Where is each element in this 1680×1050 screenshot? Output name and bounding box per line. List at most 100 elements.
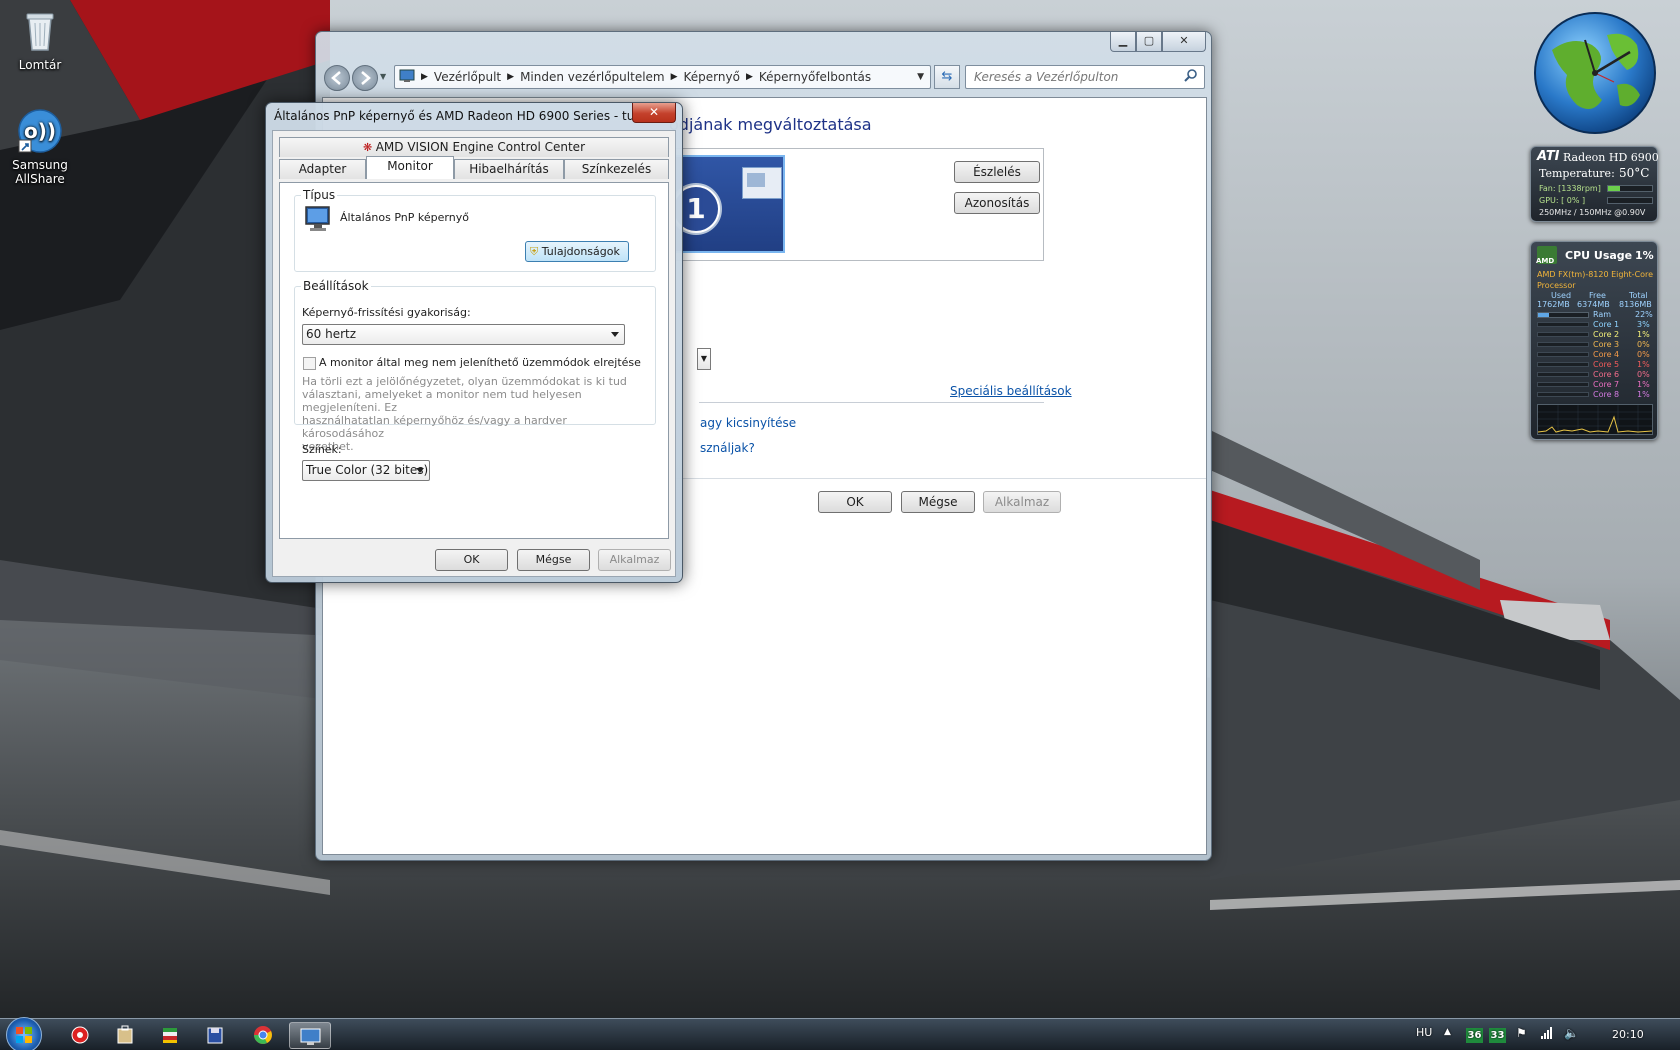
dialog-ok-button[interactable]: OK (435, 549, 508, 571)
zoom-text-link[interactable]: agy kicsinyítése (700, 416, 796, 430)
address-bar[interactable]: ▶ Vezérlőpult ▶ Minden vezérlőpultelem ▶… (394, 65, 931, 89)
monitor-properties-dialog: Általános PnP képernyő és AMD Radeon HD … (265, 102, 683, 583)
taskbar-control-panel[interactable] (289, 1022, 331, 1049)
globe-clock-icon (1534, 12, 1656, 134)
core-name: Core 6 (1593, 370, 1620, 379)
mem-header-free: Free (1589, 291, 1606, 300)
system-clock[interactable]: 20:10 (1612, 1028, 1644, 1041)
colors-select[interactable]: True Color (32 bites) (302, 460, 430, 481)
monitor-name: Általános PnP képernyő (340, 211, 469, 224)
taskbar-app-3[interactable] (150, 1022, 190, 1049)
core-bar (1537, 332, 1589, 337)
gpu-name: Radeon HD 6900 (1563, 151, 1659, 164)
amd-vision-icon: ❋ (363, 141, 376, 154)
core-row: Core 3 0% (1531, 340, 1659, 350)
show-hidden-icons-icon[interactable]: ▲ (1444, 1027, 1451, 1037)
tray-temp-2[interactable]: 33 (1489, 1028, 1506, 1043)
gpu-load-bar (1607, 197, 1653, 204)
network-icon[interactable] (1540, 1026, 1554, 1043)
ok-button[interactable]: OK (818, 491, 892, 513)
breadcrumb-item[interactable]: Képernyőfelbontás (753, 70, 877, 84)
tab-adapter[interactable]: Adapter (279, 159, 366, 179)
tab-monitor[interactable]: Monitor (366, 156, 454, 179)
taskbar-app-4[interactable] (195, 1022, 235, 1049)
desktop-icon-recycle-bin[interactable]: Lomtár (0, 8, 80, 72)
minimize-button[interactable]: ▁ (1110, 32, 1136, 52)
breadcrumb-item[interactable]: Vezérlőpult (428, 70, 507, 84)
gpu-clocks: 250MHz / 150MHz @0.90V (1539, 208, 1646, 217)
breadcrumb-item[interactable]: Képernyő (678, 70, 746, 84)
windows-logo-icon (16, 1027, 32, 1043)
core-bar (1537, 392, 1589, 397)
tab-troubleshoot[interactable]: Hibaelhárítás (454, 159, 564, 179)
back-button[interactable] (324, 65, 350, 91)
dialog-close-button[interactable]: ✕ (632, 103, 676, 123)
taskbar-app-1[interactable] (60, 1022, 100, 1049)
gpu-load: GPU: [ 0% ] (1539, 196, 1586, 205)
media-player-icon (71, 1026, 89, 1044)
maximize-button[interactable]: ▢ (1136, 32, 1162, 52)
core-row: Core 8 1% (1531, 390, 1659, 400)
mem-header-total: Total (1629, 291, 1648, 300)
desktop-icon-samsung-allshare[interactable]: o)) Samsung AllShare (0, 108, 80, 186)
apply-button[interactable]: Alkalmaz (983, 491, 1061, 513)
forward-button[interactable] (352, 65, 378, 91)
history-dropdown-icon[interactable]: ▼ (380, 72, 386, 81)
detect-button[interactable]: Észlelés (954, 161, 1040, 183)
flag-app-icon (163, 1028, 177, 1043)
warning-text: Ha törli ezt a jelölőnégyzetet, olyan üz… (302, 375, 627, 453)
taskbar-chrome[interactable] (243, 1022, 283, 1049)
svg-text:o)): o)) (24, 119, 56, 143)
dialog-apply-button[interactable]: Alkalmaz (598, 549, 671, 571)
language-indicator[interactable]: HU (1416, 1026, 1432, 1039)
taskbar-app-2[interactable] (105, 1022, 145, 1049)
volume-icon[interactable]: 🔈 (1564, 1026, 1579, 1040)
core-row: Core 5 1% (1531, 360, 1659, 370)
cpu-usage-gadget[interactable]: AMD CPU Usage 1% AMD FX(tm)-8120 Eight-C… (1530, 241, 1658, 440)
search-input[interactable]: Keresés a Vezérlőpulton (965, 65, 1205, 89)
core-value: 3% (1637, 320, 1650, 329)
address-dropdown-icon[interactable]: ▼ (917, 72, 930, 82)
close-button[interactable]: ✕ (1162, 32, 1206, 52)
recycle-bin-icon (17, 8, 63, 54)
properties-button[interactable]: ⛨ Tulajdonságok (525, 241, 629, 262)
allshare-icon: o)) (17, 108, 63, 154)
control-panel-icon (300, 1028, 321, 1045)
advanced-settings-link[interactable]: Speciális beállítások (950, 384, 1072, 398)
arrow-left-icon (331, 71, 341, 85)
hide-modes-checkbox[interactable] (303, 357, 316, 370)
cancel-button[interactable]: Mégse (901, 491, 975, 513)
start-button[interactable] (6, 1017, 42, 1050)
tab-amd-vision[interactable]: ❋ AMD VISION Engine Control Center (279, 137, 669, 157)
temperature-value: 50°C (1619, 166, 1650, 180)
action-center-flag-icon[interactable]: ⚑ (1516, 1026, 1527, 1040)
divider (699, 402, 1044, 403)
refresh-rate-label: Képernyő-frissítési gyakoriság: (302, 306, 471, 319)
breadcrumb-item[interactable]: Minden vezérlőpultelem (514, 70, 671, 84)
group-legend: Beállítások (301, 279, 371, 293)
refresh-button[interactable]: ⇆ (934, 65, 960, 89)
arrow-right-icon (361, 71, 371, 85)
dialog-cancel-button[interactable]: Mégse (517, 549, 590, 571)
dialog-body: ❋ AMD VISION Engine Control Center Adapt… (272, 130, 676, 577)
core-name: Core 7 (1593, 380, 1620, 389)
page-title: ódjának megváltoztatása (669, 115, 872, 134)
core-value: 1% (1637, 360, 1650, 369)
core-value: 0% (1637, 350, 1650, 359)
refresh-rate-select[interactable]: 60 hertz (302, 324, 625, 345)
mem-used: 1762MB (1537, 300, 1570, 309)
orientation-dropdown-arrow[interactable]: ▼ (697, 348, 711, 370)
desktop-icon-label: Samsung AllShare (12, 158, 68, 186)
tab-color-management[interactable]: Színkezelés (564, 159, 669, 179)
bag-icon (117, 1025, 133, 1044)
tray-temp-1[interactable]: 36 (1466, 1028, 1483, 1043)
help-link[interactable]: sználjak? (700, 441, 755, 455)
chevron-down-icon (611, 332, 619, 337)
identify-button[interactable]: Azonosítás (954, 192, 1040, 214)
fan-bar (1607, 185, 1653, 192)
core-row: Core 4 0% (1531, 350, 1659, 360)
core-value: 1% (1637, 390, 1650, 399)
clock-gadget[interactable] (1532, 10, 1658, 136)
gpu-monitor-gadget[interactable]: ATI Radeon HD 6900 Temperature: 50°C Fan… (1530, 146, 1659, 222)
mem-total: 8136MB (1619, 300, 1652, 309)
